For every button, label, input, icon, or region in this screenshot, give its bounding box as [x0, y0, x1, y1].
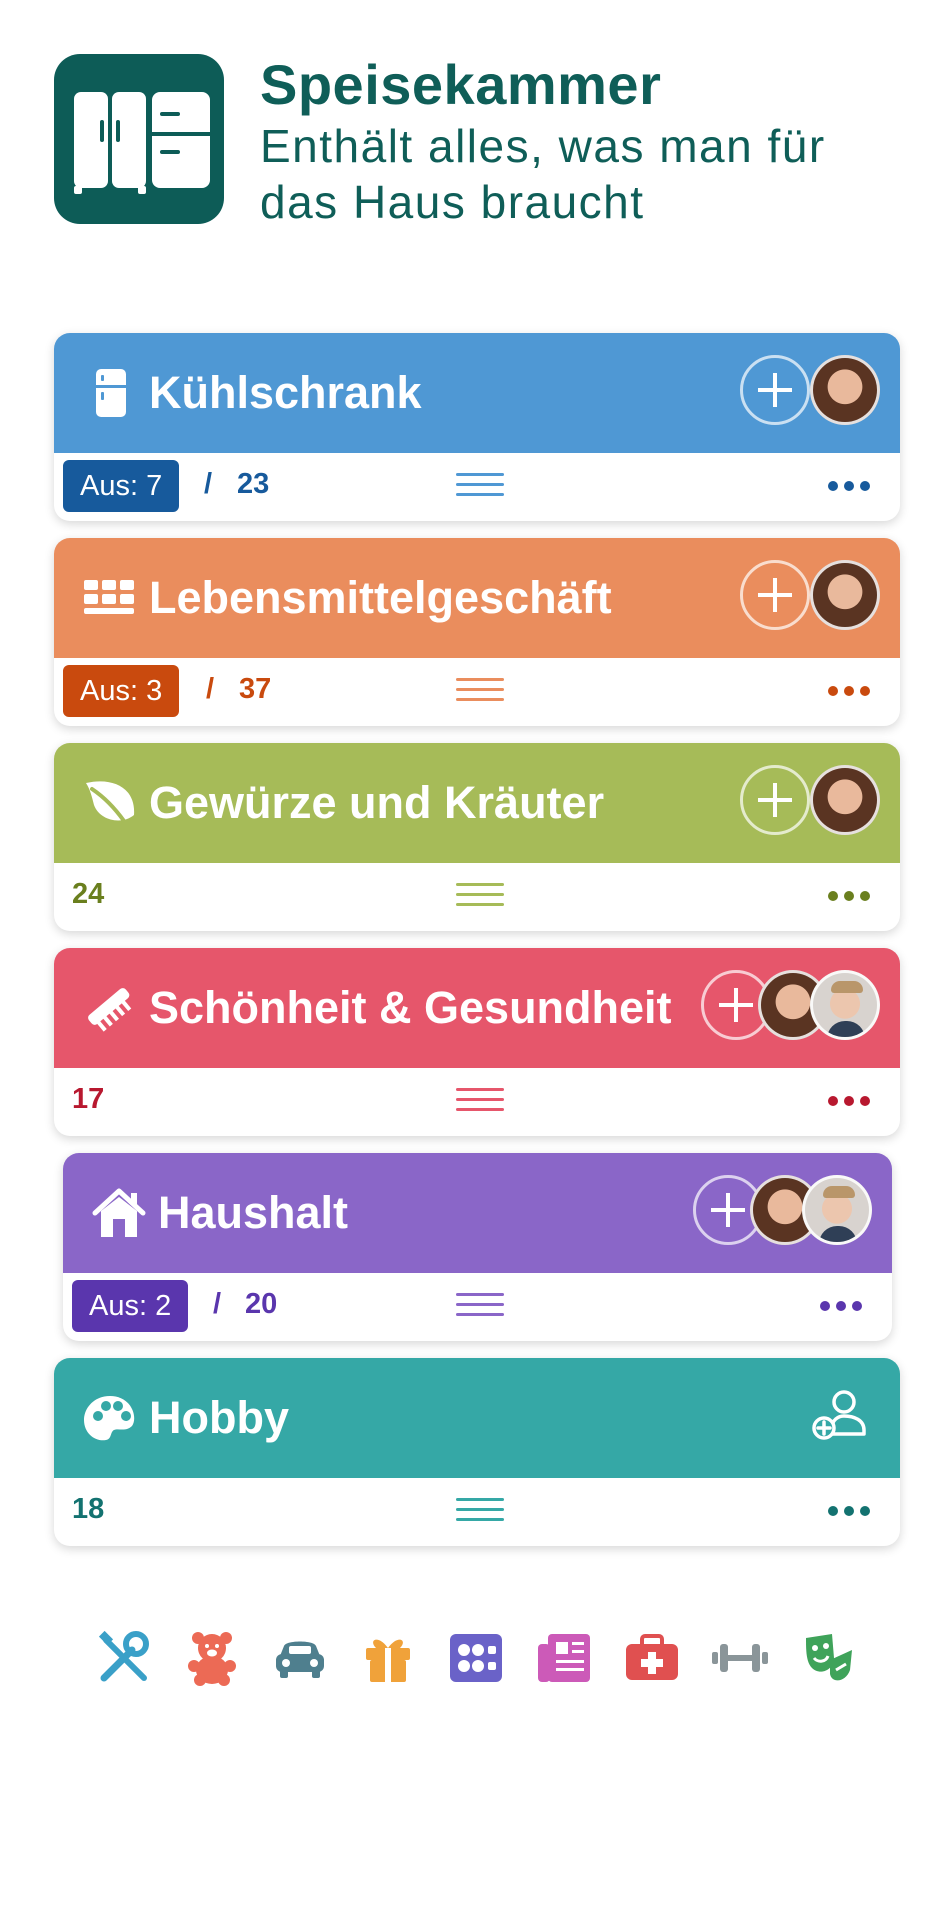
first-aid-icon[interactable]: [624, 1630, 680, 1686]
drag-handle-icon[interactable]: [456, 883, 504, 909]
teddy-bear-icon[interactable]: [184, 1630, 240, 1686]
dumbbell-icon[interactable]: [712, 1630, 768, 1686]
more-options-icon[interactable]: [828, 1506, 870, 1516]
separator: /: [213, 1288, 222, 1320]
add-member-button[interactable]: [740, 355, 810, 425]
item-count: 18: [72, 1493, 105, 1525]
item-count: 37: [239, 673, 272, 705]
leaf-icon: [82, 775, 138, 831]
avatar: [802, 1175, 872, 1245]
item-count: 17: [72, 1083, 105, 1115]
category-name: Gewürze und Kräuter: [149, 777, 605, 828]
avatar: [810, 355, 880, 425]
comb-icon: [82, 980, 138, 1036]
house-icon: [91, 1185, 147, 1241]
theater-masks-icon[interactable]: [800, 1630, 856, 1686]
more-options-icon[interactable]: [828, 686, 870, 696]
drag-handle-icon[interactable]: [456, 678, 504, 704]
out-of-stock-badge: Aus: 3: [63, 665, 180, 717]
add-person-icon[interactable]: [812, 1388, 870, 1444]
drag-handle-icon[interactable]: [456, 1293, 504, 1319]
app-fridge-icon: [54, 54, 224, 224]
car-icon[interactable]: [272, 1630, 328, 1686]
newspaper-icon[interactable]: [536, 1630, 592, 1686]
category-name: Haushalt: [158, 1187, 349, 1238]
tools-icon[interactable]: [96, 1630, 152, 1686]
stove-icon[interactable]: [448, 1630, 504, 1686]
item-count: 20: [245, 1288, 278, 1320]
category-name: Hobby: [149, 1392, 289, 1443]
gift-icon[interactable]: [360, 1630, 416, 1686]
category-card-lebensmittel[interactable]: Lebensmittelgeschäft Aus: 3 / 37: [54, 538, 900, 726]
page-title: Speisekammer: [260, 53, 662, 116]
more-options-icon[interactable]: [828, 1096, 870, 1106]
grid-icon: [82, 570, 138, 626]
category-card-gewuerze[interactable]: Gewürze und Kräuter 24: [54, 743, 900, 931]
category-card-haushalt[interactable]: Haushalt Aus: 2 / 20: [63, 1153, 892, 1341]
item-count: 24: [72, 878, 105, 910]
category-name: Lebensmittelgeschäft: [149, 572, 612, 623]
avatar: [810, 970, 880, 1040]
add-member-button[interactable]: [740, 765, 810, 835]
category-card-schoenheit[interactable]: Schönheit & Gesundheit 17: [54, 948, 900, 1136]
drag-handle-icon[interactable]: [456, 1498, 504, 1524]
item-count: 23: [237, 468, 270, 500]
separator: /: [204, 468, 213, 500]
drag-handle-icon[interactable]: [456, 1088, 504, 1114]
more-options-icon[interactable]: [828, 891, 870, 901]
more-options-icon[interactable]: [828, 481, 870, 491]
category-card-hobby[interactable]: Hobby 18: [54, 1358, 900, 1546]
drag-handle-icon[interactable]: [456, 473, 504, 499]
page-subtitle: Enthält alles, was man für das Haus brau…: [260, 120, 826, 228]
fridge-icon: [82, 365, 138, 421]
category-name: Schönheit & Gesundheit: [149, 982, 672, 1033]
palette-icon: [82, 1390, 138, 1446]
add-member-button[interactable]: [740, 560, 810, 630]
separator: /: [206, 673, 215, 705]
more-options-icon[interactable]: [820, 1301, 862, 1311]
avatar: [810, 765, 880, 835]
category-name: Kühlschrank: [149, 367, 422, 418]
category-card-kuehlschrank[interactable]: Kühlschrank Aus: 7 / 23: [54, 333, 900, 521]
out-of-stock-badge: Aus: 7: [63, 460, 180, 512]
avatar: [810, 560, 880, 630]
out-of-stock-badge: Aus: 2: [72, 1280, 189, 1332]
